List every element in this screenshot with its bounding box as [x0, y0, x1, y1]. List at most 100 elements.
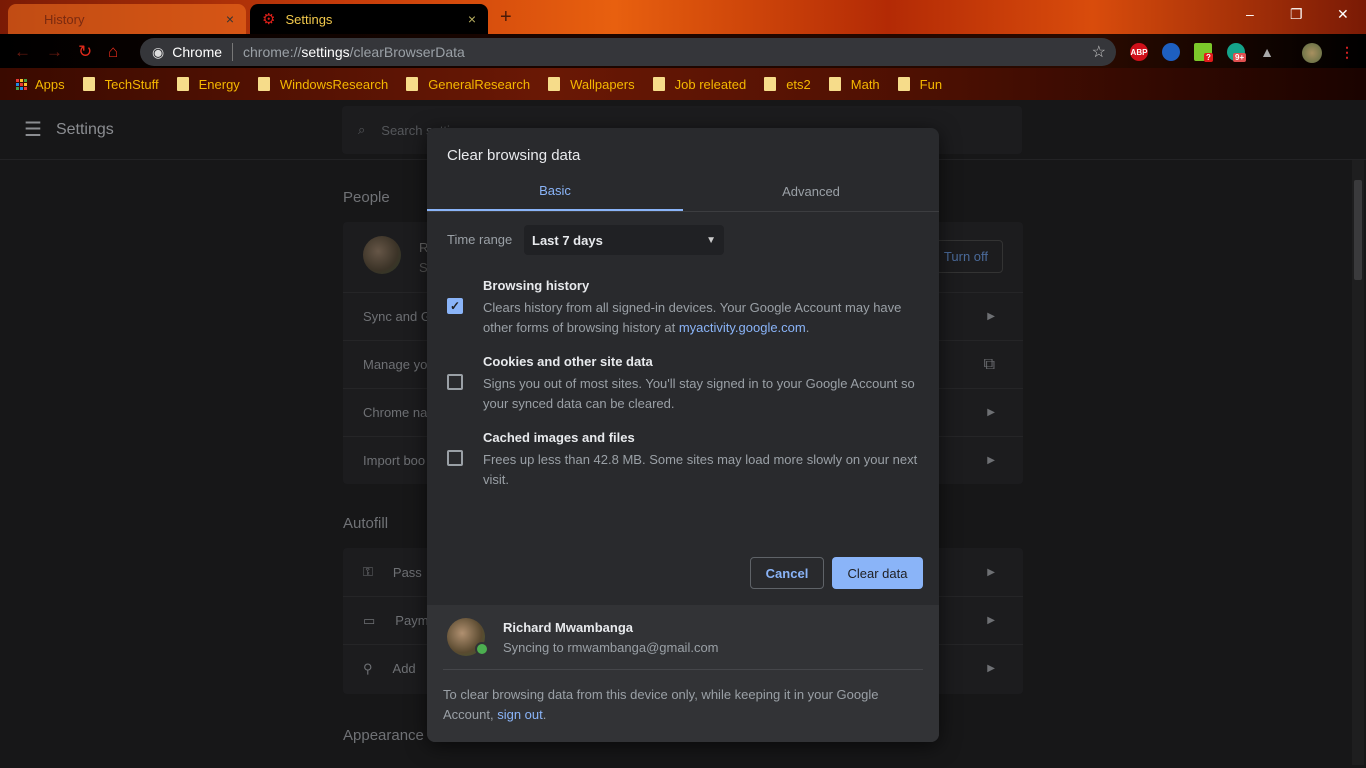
tab-settings[interactable]: ⚙ Settings ×	[250, 4, 488, 34]
sync-status: Syncing to rmwambanga@gmail.com	[503, 640, 719, 655]
time-range-value: Last 7 days	[532, 232, 603, 248]
tab-basic[interactable]: Basic	[427, 172, 683, 211]
bookmark-label: ets2	[786, 76, 811, 92]
dialog-tabs: Basic Advanced	[427, 172, 939, 212]
scrollbar[interactable]	[1352, 160, 1364, 765]
divider	[232, 43, 234, 61]
row-label: Add	[392, 661, 416, 676]
tab-history[interactable]: History ×	[8, 4, 246, 34]
hamburger-menu-icon[interactable]: ☰	[24, 117, 42, 142]
time-range-select[interactable]: Last 7 days ▼	[524, 225, 724, 255]
row-label: Pass	[392, 564, 422, 580]
cancel-button[interactable]: Cancel	[750, 557, 824, 589]
external-link-icon: ⧉	[983, 355, 995, 373]
folder-icon	[764, 77, 777, 91]
folder-icon	[897, 77, 910, 91]
folder-icon	[406, 77, 419, 91]
profile-avatar[interactable]	[1302, 43, 1322, 63]
tab-label: History	[44, 11, 85, 27]
folder-icon	[548, 77, 561, 91]
minimize-button[interactable]: –	[1246, 6, 1254, 22]
option-title: Cached images and files	[483, 430, 635, 445]
key-icon: ⚿	[363, 564, 373, 579]
location-pin-icon: ⚲	[363, 660, 373, 676]
chevron-right-icon: ▶	[987, 311, 995, 322]
description-end: .	[805, 320, 810, 335]
chevron-right-icon: ▶	[987, 566, 995, 578]
home-icon[interactable]: ⌂	[108, 42, 118, 62]
row-label: Import boo	[363, 453, 426, 468]
bookmark-folder[interactable]: GeneralResearch	[406, 77, 530, 92]
row-label: Chrome na	[363, 405, 428, 420]
reload-icon[interactable]: ↻	[78, 42, 92, 62]
bookmark-star-icon[interactable]: ☆	[1092, 42, 1106, 62]
tab-advanced[interactable]: Advanced	[683, 172, 939, 211]
adblock-extension-icon[interactable]: ABP	[1130, 43, 1148, 61]
bookmark-folder[interactable]: WindowsResearch	[257, 77, 388, 92]
chrome-logo-icon: ◉	[152, 43, 165, 60]
option-cookies: Cookies and other site data Signs you ou…	[447, 354, 927, 414]
bookmark-folder[interactable]: TechStuff	[82, 76, 159, 92]
browsing-history-checkbox[interactable]: ✓	[447, 298, 463, 314]
chevron-right-icon: ▶	[987, 615, 995, 626]
account-name: Richard Mwambanga	[503, 620, 634, 635]
restore-button[interactable]: ❐	[1290, 6, 1303, 23]
forward-icon[interactable]: →	[46, 42, 63, 62]
bookmark-label: Math	[850, 76, 880, 92]
close-window-button[interactable]: ✕	[1337, 6, 1349, 23]
folder-icon	[652, 77, 665, 91]
bookmark-folder[interactable]: ets2	[764, 77, 811, 92]
download-extension-icon[interactable]: ?	[1194, 43, 1213, 62]
bookmark-label: Job releated	[674, 76, 747, 92]
bookmark-folder[interactable]: Energy	[176, 77, 240, 92]
section-title-appearance: Appearance	[343, 727, 424, 744]
address-bar[interactable]: ◉ Chrome chrome://settings/clearBrowserD…	[140, 38, 1116, 66]
chevron-right-icon: ▶	[987, 663, 995, 674]
bookmark-folder[interactable]: Job releated	[652, 76, 747, 92]
eagle-extension-icon[interactable]	[1162, 43, 1180, 61]
back-icon[interactable]: ←	[14, 42, 31, 62]
sign-out-link[interactable]: sign out	[497, 707, 543, 722]
option-title: Browsing history	[483, 278, 590, 293]
tab-strip: History × ⚙ Settings × + – ❐ ✕	[0, 0, 1366, 34]
close-tab-icon[interactable]: ×	[226, 11, 234, 27]
url-text: chrome://settings/clearBrowserData	[243, 44, 465, 60]
site-chip: Chrome	[172, 44, 223, 60]
new-tab-button[interactable]: +	[500, 6, 512, 29]
close-tab-icon[interactable]: ×	[468, 11, 476, 27]
bookmark-label: TechStuff	[104, 76, 159, 92]
myactivity-link[interactable]: myactivity.google.com	[679, 320, 806, 335]
option-description: Frees up less than 42.8 MB. Some sites m…	[483, 452, 918, 487]
row-label: Paym	[395, 613, 429, 628]
cached-images-checkbox[interactable]	[447, 450, 463, 466]
bookmark-folder[interactable]: Fun	[897, 77, 942, 92]
drive-extension-icon[interactable]: ▲	[1258, 43, 1276, 61]
bookmark-folder[interactable]: Wallpapers	[548, 77, 635, 92]
turn-off-sync-button[interactable]: Turn off	[928, 240, 1003, 273]
bookmark-folder[interactable]: Math	[828, 76, 880, 92]
toolbar: ← → ↻ ⌂ ◉ Chrome chrome://settings/clear…	[0, 34, 1366, 68]
menu-icon[interactable]: ⋮	[1338, 43, 1356, 61]
grammarly-extension-icon[interactable]: 9+	[1227, 43, 1247, 62]
credit-card-icon: ▭	[363, 612, 376, 628]
page-title: Settings	[55, 120, 114, 138]
folder-icon	[257, 77, 270, 91]
cookies-checkbox[interactable]	[447, 374, 463, 390]
dialog-footer: Richard Mwambanga Syncing to rmwambanga@…	[427, 605, 939, 742]
option-browsing-history: ✓ Browsing history Clears history from a…	[447, 278, 927, 338]
url-host: settings	[301, 44, 350, 60]
time-range-label: Time range	[447, 232, 513, 247]
sign-out-note: To clear browsing data from this device …	[443, 685, 913, 725]
dropdown-caret-icon: ▼	[706, 234, 716, 246]
search-icon: ⌕	[358, 122, 366, 137]
bookmark-apps[interactable]: Apps	[16, 77, 65, 92]
extension-badge: ?	[1204, 53, 1213, 62]
scrollbar-thumb[interactable]	[1354, 180, 1362, 280]
bookmark-label: Apps	[35, 76, 65, 92]
url-scheme: chrome://	[243, 44, 302, 60]
section-title-autofill: Autofill	[343, 515, 389, 532]
divider	[443, 669, 923, 670]
chevron-right-icon: ▶	[987, 407, 995, 418]
folder-icon	[82, 77, 95, 91]
clear-data-button[interactable]: Clear data	[832, 557, 923, 589]
